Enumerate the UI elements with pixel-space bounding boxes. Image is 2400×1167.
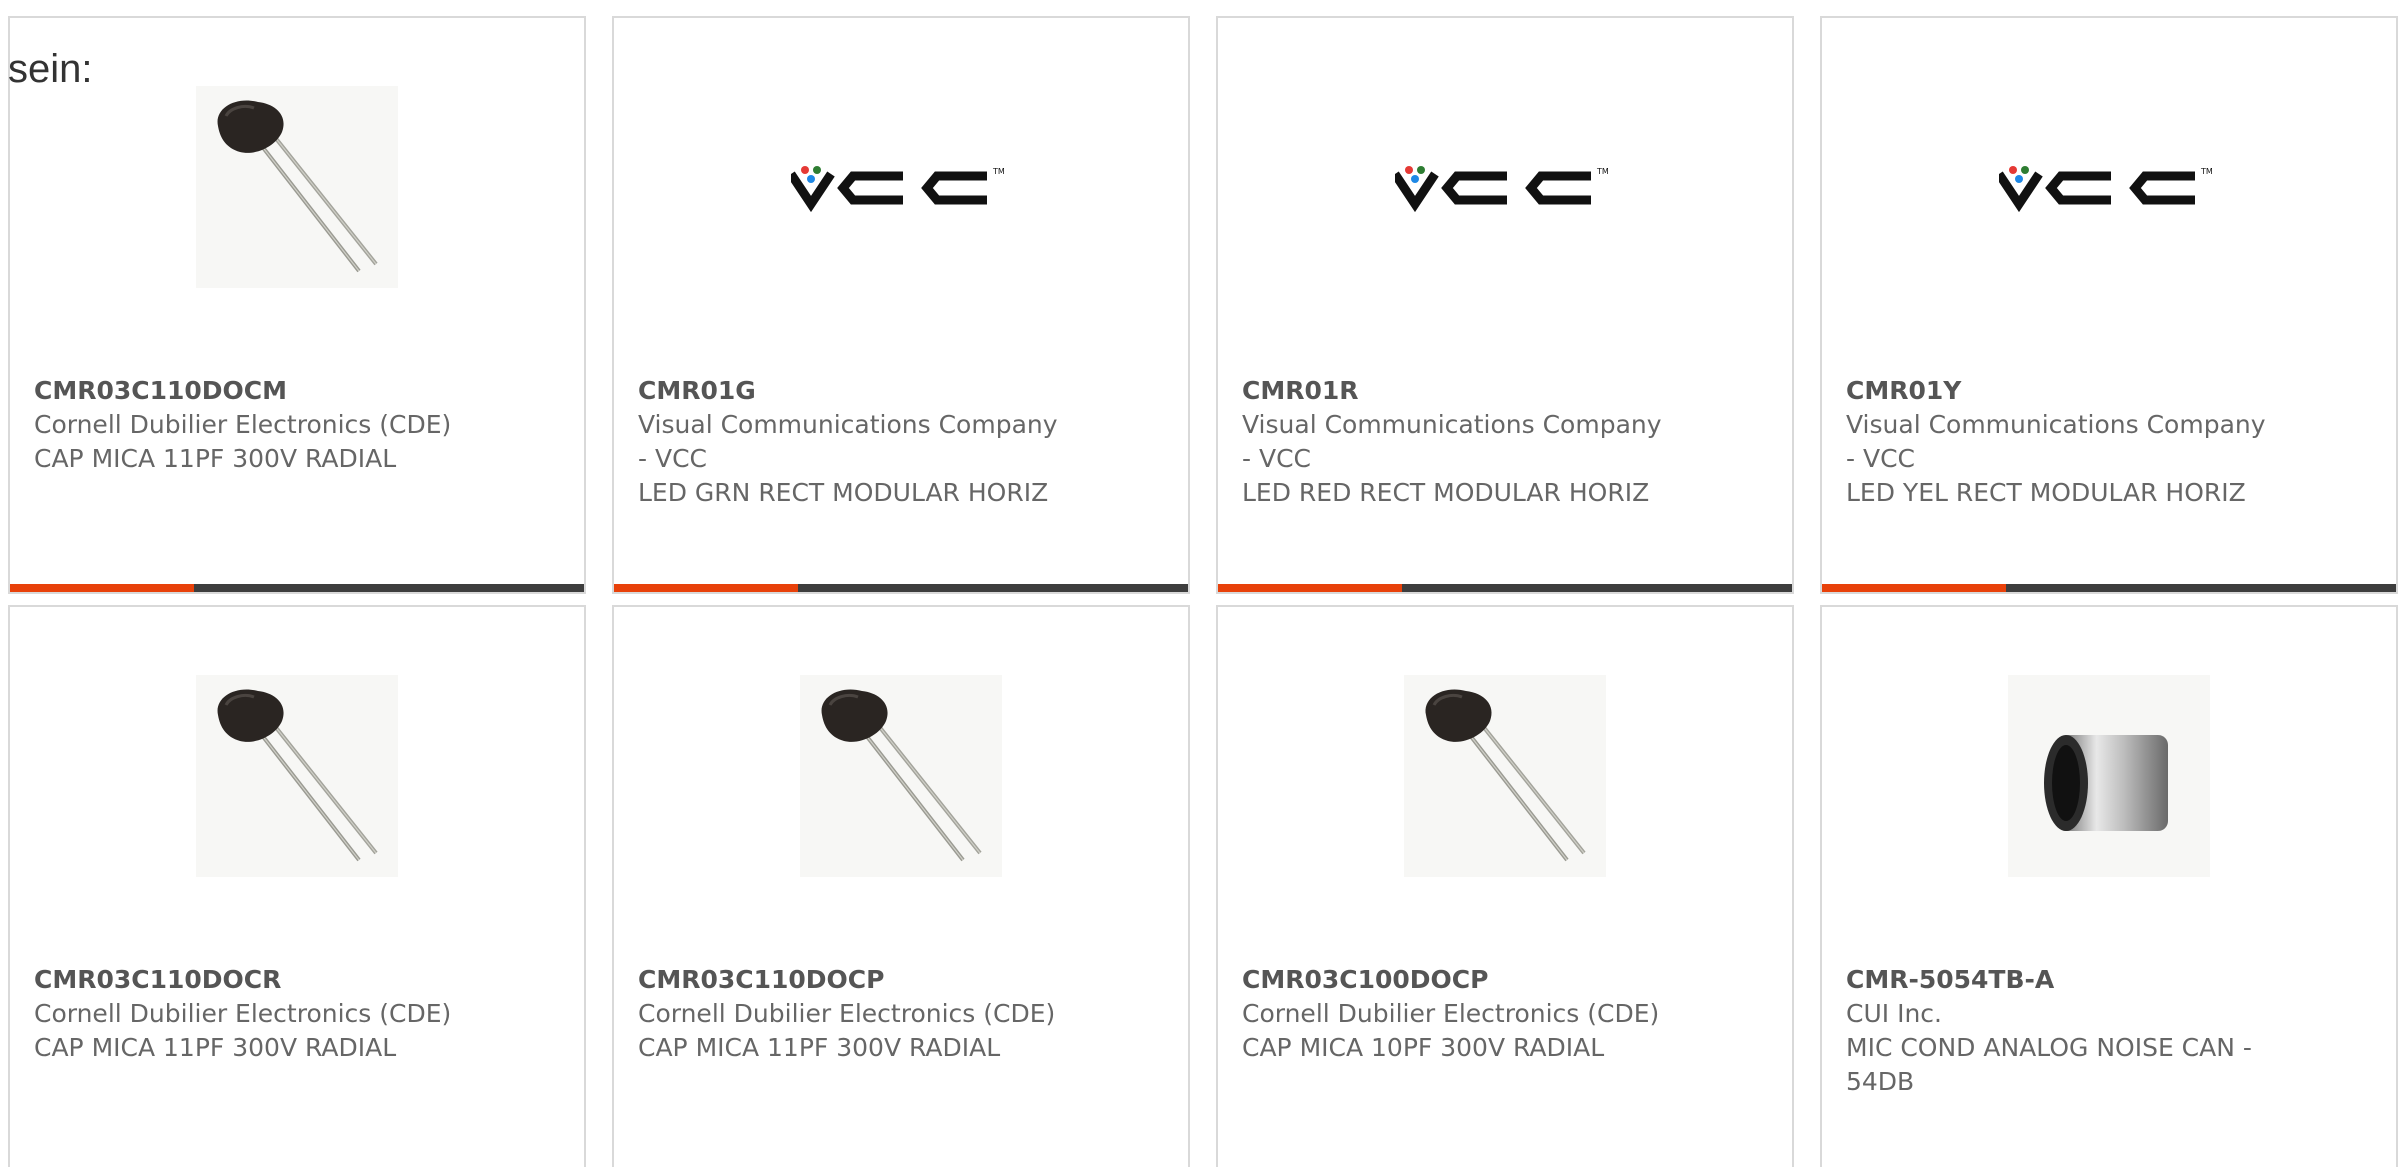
logo-trademark: TM — [2200, 167, 2213, 176]
product-card[interactable]: CMR03C110DOCM Cornell Dubilier Electronic… — [8, 16, 586, 594]
product-info: CMR03C110DOCP Cornell Dubilier Electronic… — [638, 963, 1168, 1065]
part-number[interactable]: CMR03C110DOCP — [638, 963, 1168, 997]
manufacturer-line: Cornell Dubilier Electronics (CDE) — [34, 999, 452, 1028]
part-number[interactable]: CMR01G — [638, 374, 1168, 408]
page-heading: sein: — [8, 47, 93, 91]
product-info: CMR03C110DOCM Cornell Dubilier Electronic… — [34, 374, 564, 476]
manufacturer-line: Cornell Dubilier Electronics (CDE) — [34, 410, 452, 439]
manufacturer-line: - VCC — [1242, 444, 1311, 473]
microphone-image — [2008, 675, 2210, 877]
manufacturer-line: - VCC — [638, 444, 707, 473]
manufacturer-line: Visual Communications Company — [638, 410, 1058, 439]
capacitor-image — [196, 86, 398, 288]
card-footer-accent — [614, 584, 798, 592]
product-info: CMR03C100DOCP Cornell Dubilier Electronic… — [1242, 963, 1772, 1065]
description-line: MIC COND ANALOG NOISE CAN - — [1846, 1033, 2252, 1062]
product-image[interactable] — [614, 675, 1188, 877]
logo-trademark: TM — [992, 167, 1005, 176]
product-image[interactable] — [10, 675, 584, 877]
product-image[interactable] — [1218, 675, 1792, 877]
description-line: CAP MICA 11PF 300V RADIAL — [34, 444, 397, 473]
vcc-logo: TM — [787, 86, 1011, 288]
product-image[interactable]: TM — [614, 86, 1188, 288]
manufacturer-line: - VCC — [1846, 444, 1915, 473]
vcc-logo: TM — [1995, 86, 2219, 288]
product-info: CMR01Y Visual Communications Company - VCC… — [1846, 374, 2376, 510]
product-card[interactable]: TM CMR01Y Visual Communications Company - … — [1820, 16, 2398, 594]
product-image[interactable]: TM — [1218, 86, 1792, 288]
card-footer-bar — [614, 584, 1188, 592]
part-number[interactable]: CMR01R — [1242, 374, 1772, 408]
vcc-logo: TM — [1391, 86, 1615, 288]
product-card[interactable]: CMR03C110DOCR Cornell Dubilier Electronic… — [8, 605, 586, 1167]
card-footer-accent — [1218, 584, 1402, 592]
card-footer-accent — [1822, 584, 2006, 592]
product-image[interactable] — [1822, 675, 2396, 877]
description-line: CAP MICA 11PF 300V RADIAL — [34, 1033, 397, 1062]
description-line: LED YEL RECT MODULAR HORIZ — [1846, 478, 2246, 507]
product-card[interactable]: CMR03C110DOCP Cornell Dubilier Electronic… — [612, 605, 1190, 1167]
product-info: CMR03C110DOCR Cornell Dubilier Electronic… — [34, 963, 564, 1065]
product-card[interactable]: TM CMR01R Visual Communications Company - … — [1216, 16, 1794, 594]
part-number[interactable]: CMR03C110DOCR — [34, 963, 564, 997]
logo-trademark: TM — [1596, 167, 1609, 176]
manufacturer-line: Visual Communications Company — [1846, 410, 2266, 439]
product-info: CMR01R Visual Communications Company - VCC… — [1242, 374, 1772, 510]
product-info: CMR-5054TB-A CUI Inc. MIC COND ANALOG NOIS… — [1846, 963, 2376, 1099]
card-footer-bar — [1822, 584, 2396, 592]
card-footer-bar — [10, 584, 584, 592]
part-number[interactable]: CMR-5054TB-A — [1846, 963, 2376, 997]
part-number[interactable]: CMR03C100DOCP — [1242, 963, 1772, 997]
card-footer-bar — [1218, 584, 1792, 592]
manufacturer-line: Visual Communications Company — [1242, 410, 1662, 439]
product-card[interactable]: CMR-5054TB-A CUI Inc. MIC COND ANALOG NOIS… — [1820, 605, 2398, 1167]
description-line: CAP MICA 11PF 300V RADIAL — [638, 1033, 1001, 1062]
part-number[interactable]: CMR01Y — [1846, 374, 2376, 408]
description-line: LED GRN RECT MODULAR HORIZ — [638, 478, 1049, 507]
description-line: 54DB — [1846, 1067, 1915, 1096]
product-card[interactable]: CMR03C100DOCP Cornell Dubilier Electronic… — [1216, 605, 1794, 1167]
manufacturer-line: Cornell Dubilier Electronics (CDE) — [638, 999, 1056, 1028]
description-line: LED RED RECT MODULAR HORIZ — [1242, 478, 1650, 507]
capacitor-image — [800, 675, 1002, 877]
capacitor-image — [196, 675, 398, 877]
description-line: CAP MICA 10PF 300V RADIAL — [1242, 1033, 1605, 1062]
product-image[interactable]: TM — [1822, 86, 2396, 288]
capacitor-image — [1404, 675, 1606, 877]
card-footer-accent — [10, 584, 194, 592]
product-info: CMR01G Visual Communications Company - VCC… — [638, 374, 1168, 510]
product-image[interactable] — [10, 86, 584, 288]
manufacturer-line: CUI Inc. — [1846, 999, 1942, 1028]
manufacturer-line: Cornell Dubilier Electronics (CDE) — [1242, 999, 1660, 1028]
product-card[interactable]: TM CMR01G Visual Communications Company - … — [612, 16, 1190, 594]
part-number[interactable]: CMR03C110DOCM — [34, 374, 564, 408]
